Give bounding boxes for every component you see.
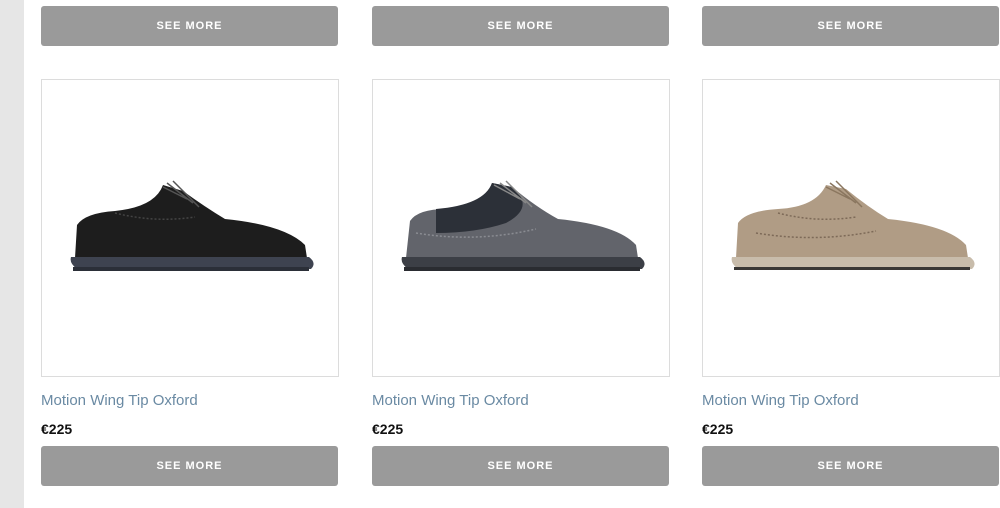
product-image[interactable] <box>702 79 1000 377</box>
product-image[interactable] <box>372 79 670 377</box>
product-image[interactable] <box>41 79 339 377</box>
shoe-image <box>70 180 314 271</box>
see-more-button[interactable]: SEE MORE <box>41 6 338 46</box>
product-price: €225 <box>372 421 404 437</box>
product-price: €225 <box>41 421 73 437</box>
see-more-button[interactable]: SEE MORE <box>702 6 999 46</box>
shoe-image <box>401 180 645 271</box>
product-title-link[interactable]: Motion Wing Tip Oxford <box>702 392 859 409</box>
product-title-link[interactable]: Motion Wing Tip Oxford <box>372 392 529 409</box>
see-more-button[interactable]: SEE MORE <box>372 6 669 46</box>
see-more-button[interactable]: SEE MORE <box>41 446 338 486</box>
product-price: €225 <box>702 421 734 437</box>
see-more-button[interactable]: SEE MORE <box>702 446 999 486</box>
product-title-link[interactable]: Motion Wing Tip Oxford <box>41 392 198 409</box>
shoe-image <box>731 180 975 270</box>
product-grid: SEE MORE SEE MORE SEE MORE Motion Wing T… <box>0 0 1000 508</box>
see-more-button[interactable]: SEE MORE <box>372 446 669 486</box>
